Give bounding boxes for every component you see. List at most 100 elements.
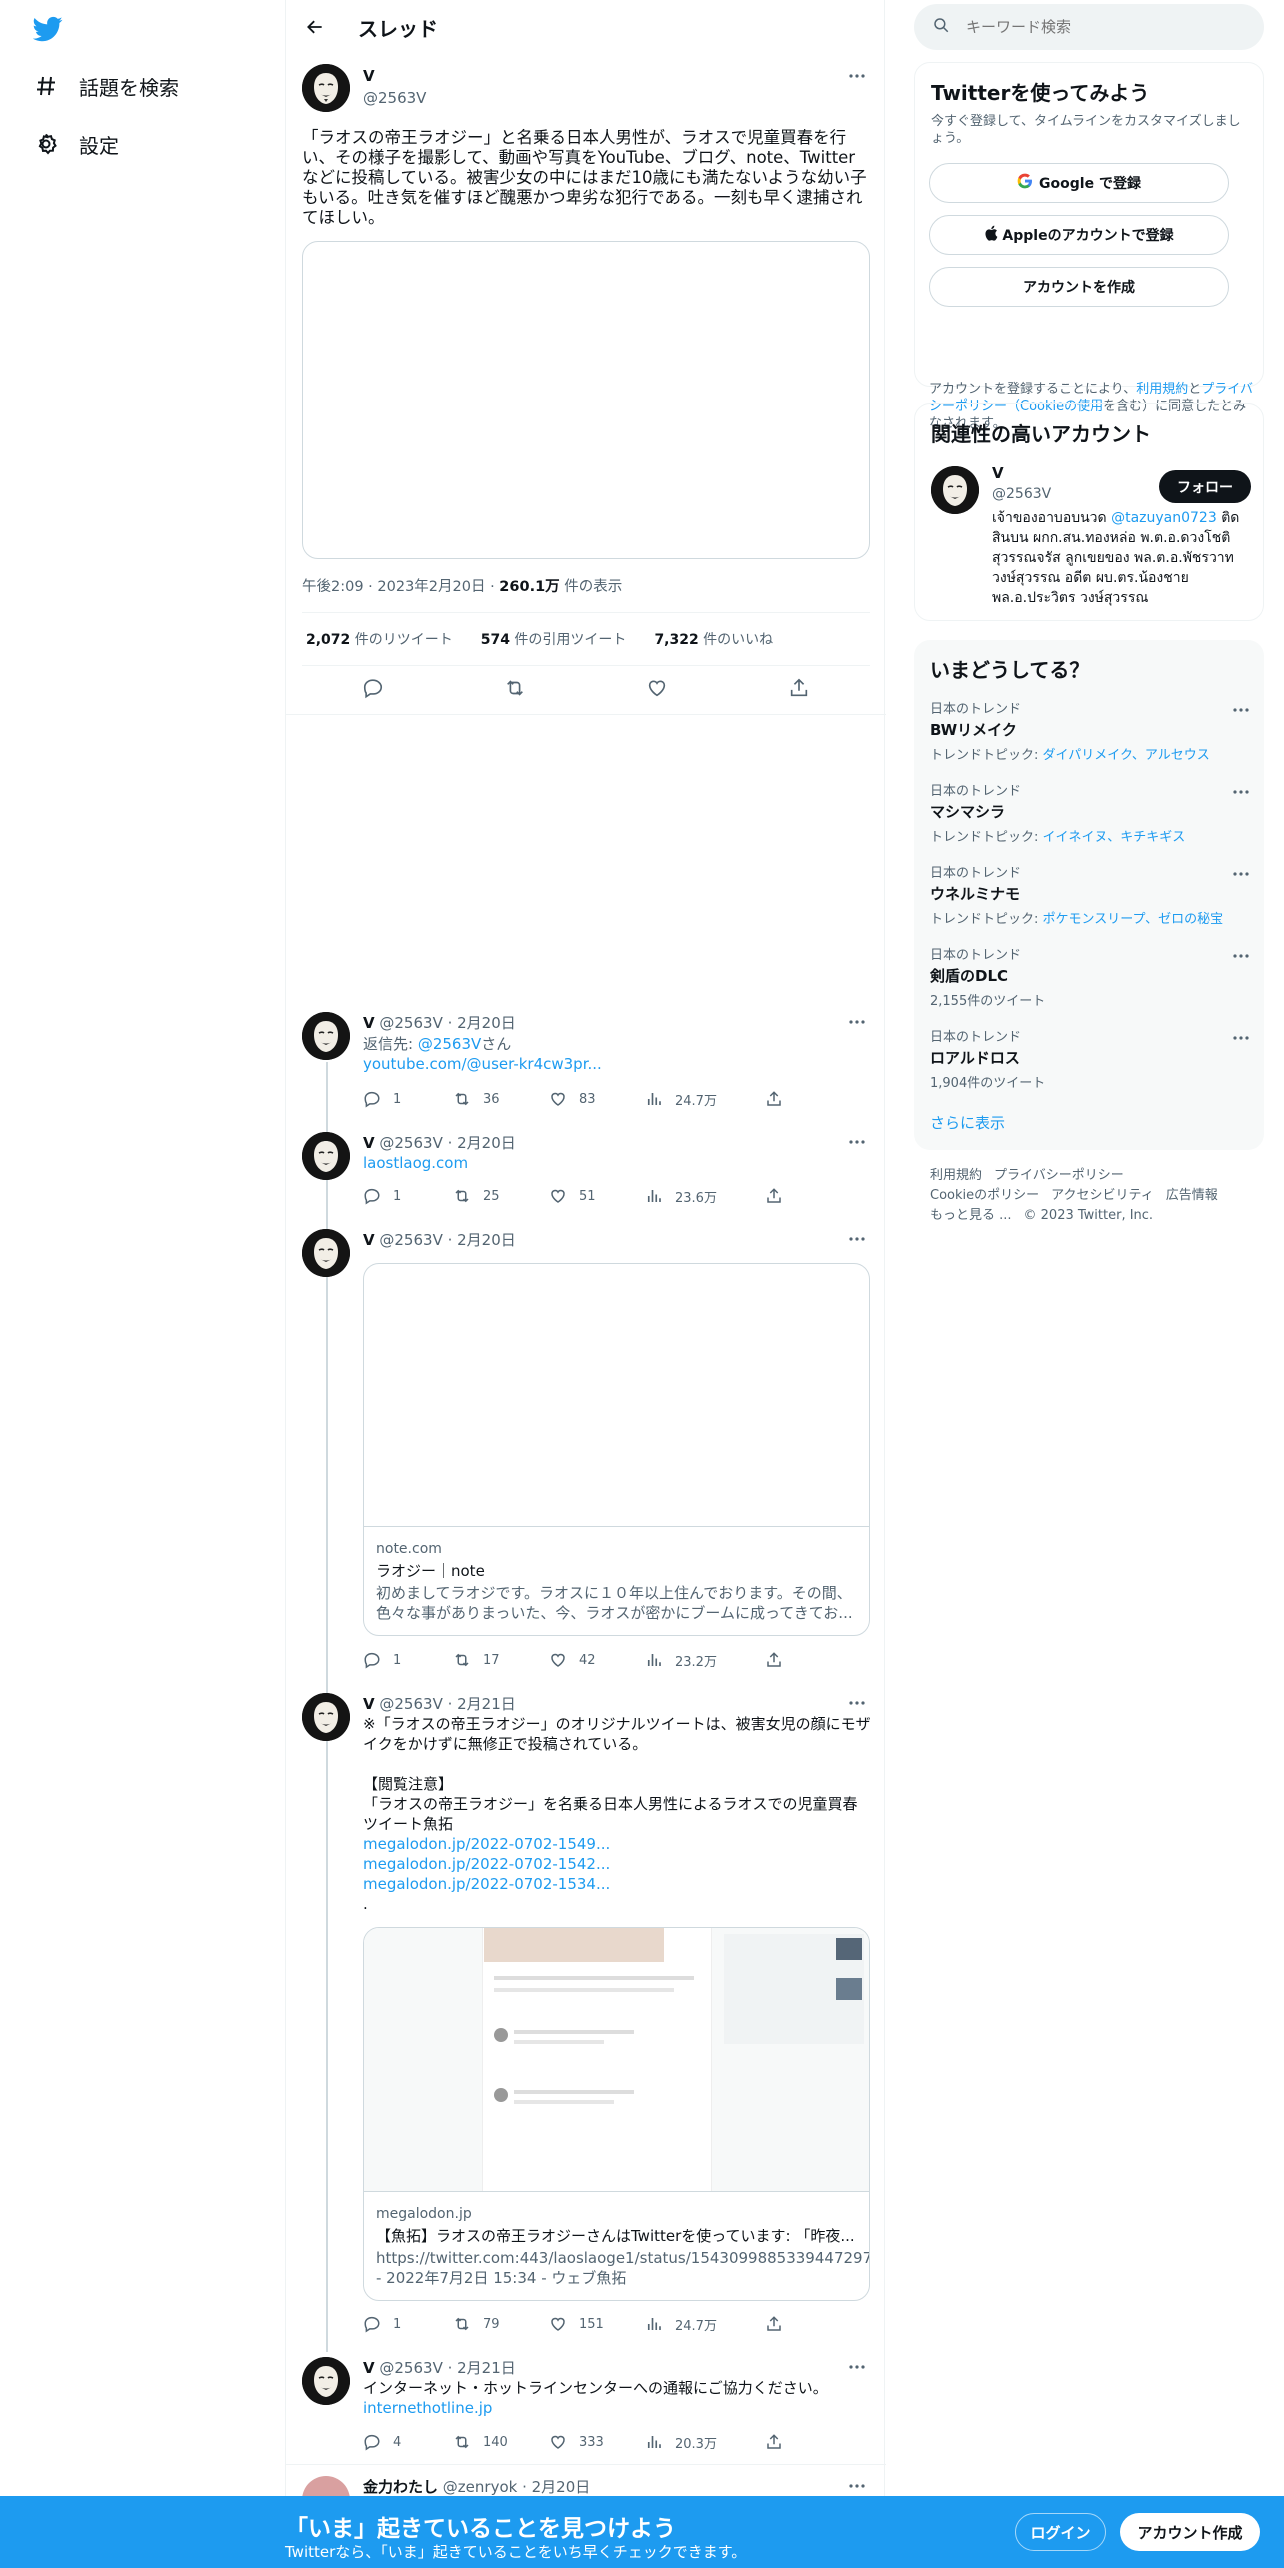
twitter-logo-icon[interactable] (32, 14, 63, 44)
link-card[interactable]: megalodon.jp 【魚拓】ラオスの帝王ラオジーさんはTwitterを使っ… (363, 1927, 870, 2301)
tweet-link[interactable]: laostlaog.com (363, 1154, 468, 1172)
trend-item[interactable]: 日本のトレンド マシマシラ トレンドトピック: イイネイヌ、キチキギス (930, 780, 1250, 845)
reply-meta[interactable]: @2563V · 2月20日 (379, 1134, 515, 1152)
apple-signup-button[interactable]: Appleのアカウントで登録 (929, 215, 1229, 255)
tweet-link[interactable]: megalodon.jp/2022-0702-1549... (363, 1835, 610, 1853)
footer-link[interactable]: Cookieのポリシー (930, 1188, 1039, 1203)
reply-button[interactable]: 1 (363, 2315, 453, 2333)
signup-button[interactable]: アカウント作成 (1120, 2513, 1260, 2551)
google-signup-button[interactable]: Google で登録 (929, 163, 1229, 203)
share-button[interactable] (765, 2433, 795, 2451)
reply-button[interactable]: 1 (363, 1090, 453, 1108)
reply-author[interactable]: V (363, 1014, 375, 1032)
account-handle[interactable]: @2563V (992, 486, 1051, 502)
footer-link[interactable]: 利用規約 (930, 1168, 982, 1183)
follow-button[interactable]: フォロー (1159, 470, 1251, 503)
footer-more-link[interactable]: もっと見る ... (930, 1208, 1012, 1223)
retweet-button[interactable]: 79 (453, 2315, 549, 2333)
quotes-stat[interactable]: 574 件の引用ツイート (481, 629, 627, 649)
share-button[interactable] (765, 1187, 795, 1205)
trend-item[interactable]: 日本のトレンド ウネルミナモ トレンドトピック: ポケモンスリープ、ゼロの秘宝 (930, 862, 1250, 927)
trend-item[interactable]: 日本のトレンド ロアルドロス 1,904件のツイート (930, 1026, 1250, 1091)
nav-settings[interactable]: 設定 (33, 124, 119, 164)
more-icon[interactable] (1232, 698, 1250, 717)
reply-button[interactable]: 1 (363, 1187, 453, 1205)
author-name[interactable]: V (363, 67, 375, 85)
avatar[interactable] (302, 64, 350, 112)
tweet-time[interactable]: 午後2:09 · 2023年2月20日 · (302, 579, 499, 595)
footer-link[interactable]: 広告情報 (1166, 1188, 1218, 1203)
avatar[interactable] (302, 1012, 350, 1060)
reply-meta[interactable]: @zenryok · 2月20日 (443, 2478, 590, 2496)
share-button[interactable] (765, 2315, 795, 2333)
trend-topic-links[interactable]: イイネイヌ、キチキギス (1043, 830, 1186, 845)
avatar[interactable] (302, 1693, 350, 1741)
reply-meta[interactable]: @2563V · 2月21日 (379, 2359, 515, 2377)
tweet-link[interactable]: megalodon.jp/2022-0702-1542... (363, 1855, 610, 1873)
tweet-link[interactable]: youtube.com/@user-kr4cw3pr... (363, 1055, 602, 1073)
login-button[interactable]: ログイン (1015, 2513, 1106, 2551)
reply-author[interactable]: V (363, 1695, 375, 1713)
tweet-link[interactable]: megalodon.jp/2022-0702-1534... (363, 1875, 610, 1893)
reply-author[interactable]: V (363, 2359, 375, 2377)
show-more-link[interactable]: さらに表示 (930, 1112, 1005, 1133)
trend-item[interactable]: 日本のトレンド BWリメイク トレンドトピック: ダイパリメイク、アルセウス (930, 698, 1250, 763)
more-icon[interactable] (1232, 780, 1250, 799)
avatar[interactable] (302, 1132, 350, 1180)
tweet-link[interactable]: internethotline.jp (363, 2399, 492, 2417)
retweets-stat[interactable]: 2,072 件のリツイート (306, 629, 453, 649)
link-card[interactable]: note.com ラオジー｜note 初めましてラオジです。ラオスに１０年以上住… (363, 1263, 870, 1636)
more-icon[interactable] (844, 1132, 870, 1152)
create-account-button[interactable]: アカウントを作成 (929, 267, 1229, 307)
author-handle[interactable]: @2563V (363, 89, 426, 107)
more-icon[interactable] (844, 2357, 870, 2377)
more-icon[interactable] (844, 1693, 870, 1713)
more-icon[interactable] (844, 66, 870, 86)
retweet-button[interactable]: 140 (453, 2433, 549, 2451)
like-button[interactable]: 151 (549, 2315, 645, 2333)
views-button[interactable]: 24.7万 (645, 2315, 765, 2334)
share-button[interactable] (765, 1651, 795, 1669)
like-button[interactable]: 83 (549, 1090, 645, 1108)
retweet-icon[interactable] (504, 677, 526, 703)
media-placeholder[interactable] (302, 241, 870, 559)
footer-link[interactable]: アクセシビリティ (1051, 1188, 1154, 1203)
likes-stat[interactable]: 7,322 件のいいね (654, 629, 773, 649)
trend-topic-links[interactable]: ダイパリメイク、アルセウス (1043, 748, 1210, 763)
views-button[interactable]: 20.3万 (645, 2433, 765, 2452)
bio-mention-link[interactable]: @tazuyan0723 (1111, 510, 1217, 526)
like-icon[interactable] (646, 677, 668, 703)
like-button[interactable]: 333 (549, 2433, 645, 2451)
search-box[interactable] (914, 4, 1264, 50)
avatar[interactable] (302, 2357, 350, 2405)
avatar[interactable] (302, 1229, 350, 1277)
more-icon[interactable] (844, 1012, 870, 1032)
nav-explore[interactable]: 話題を検索 (33, 66, 179, 106)
more-icon[interactable] (844, 2476, 870, 2496)
share-button[interactable] (765, 1090, 795, 1108)
terms-link[interactable]: 利用規約 (1136, 382, 1188, 397)
share-icon[interactable] (788, 677, 810, 703)
avatar[interactable] (931, 466, 979, 514)
views-button[interactable]: 23.2万 (645, 1651, 765, 1670)
search-input[interactable] (966, 18, 1236, 36)
back-arrow-icon[interactable] (302, 14, 328, 40)
reply-meta[interactable]: @2563V · 2月20日 (379, 1231, 515, 1249)
footer-link[interactable]: プライバシーポリシー (994, 1168, 1124, 1183)
more-icon[interactable] (1232, 944, 1250, 963)
retweet-button[interactable]: 17 (453, 1651, 549, 1669)
like-button[interactable]: 42 (549, 1651, 645, 1669)
more-icon[interactable] (1232, 862, 1250, 881)
reply-author[interactable]: V (363, 1231, 375, 1249)
reply-button[interactable]: 1 (363, 1651, 453, 1669)
reply-icon[interactable] (362, 677, 384, 703)
reply-button[interactable]: 4 (363, 2433, 453, 2451)
more-icon[interactable] (1232, 1026, 1250, 1045)
more-icon[interactable] (844, 1229, 870, 1249)
reply-author[interactable]: 金力わたし (363, 2478, 438, 2496)
account-name[interactable]: V (992, 464, 1004, 482)
trend-item[interactable]: 日本のトレンド 剣盾のDLC 2,155件のツイート (930, 944, 1250, 1009)
reply-meta[interactable]: @2563V · 2月21日 (379, 1695, 515, 1713)
retweet-button[interactable]: 25 (453, 1187, 549, 1205)
like-button[interactable]: 51 (549, 1187, 645, 1205)
